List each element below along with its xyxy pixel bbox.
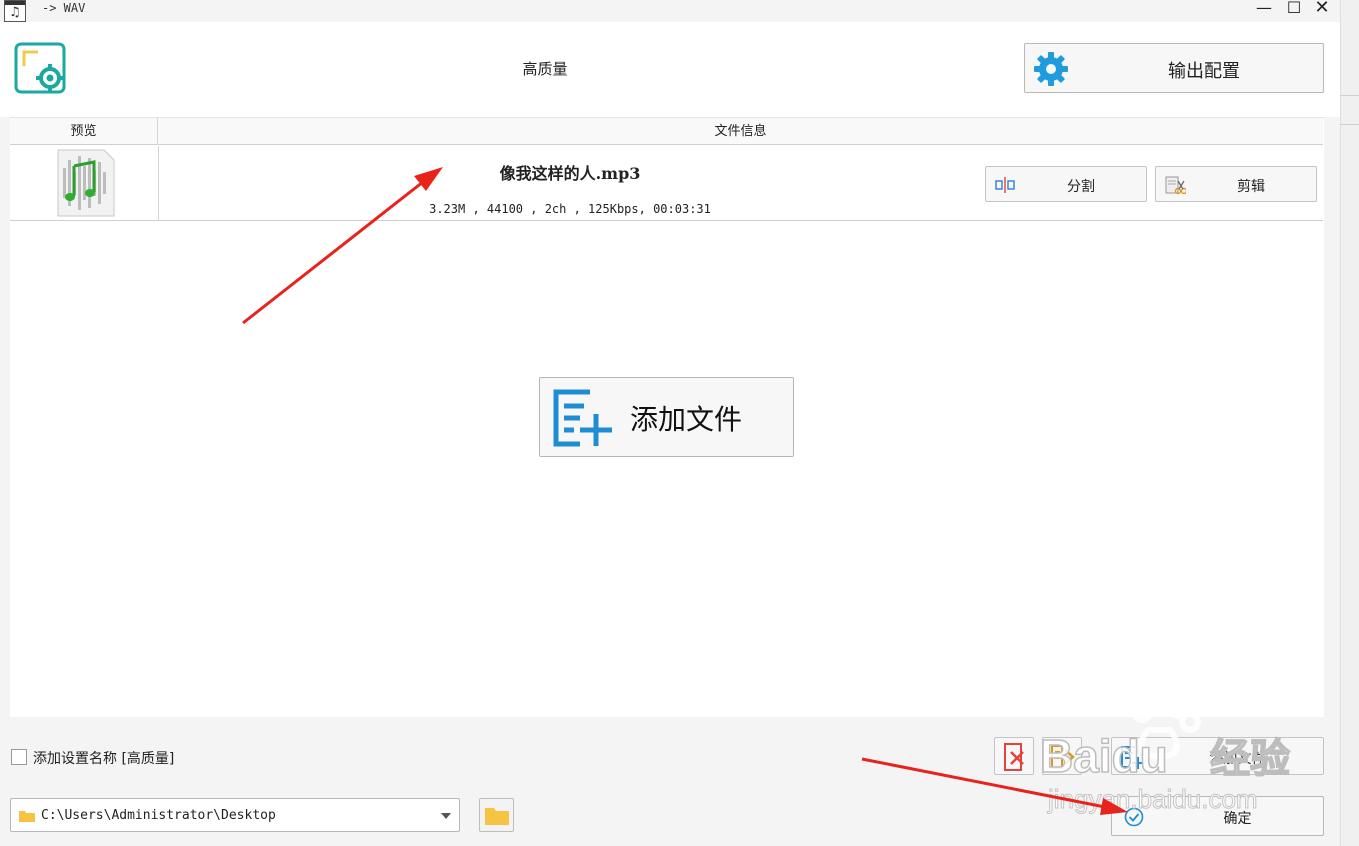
add-file-label: 添加文件 <box>1209 751 1266 767</box>
add-file-button[interactable]: 添加文件 <box>1111 737 1324 775</box>
window-title: -> WAV <box>42 1 86 15</box>
split-icon <box>995 177 1015 193</box>
gear-icon <box>1034 52 1068 86</box>
app-logo-icon <box>14 42 66 94</box>
add-preset-name-label[interactable]: 添加设置名称 [高质量] <box>33 748 174 768</box>
folder-icon <box>485 808 509 825</box>
strip-divider <box>1340 95 1359 96</box>
check-circle-icon <box>1124 807 1144 827</box>
close-button[interactable]: ✕ <box>1310 0 1334 18</box>
confirm-label: 确定 <box>1223 811 1252 827</box>
maximize-button[interactable]: ☐ <box>1282 0 1306 18</box>
music-note-icon: ♫ <box>9 5 21 20</box>
merge-button[interactable] <box>1042 737 1082 775</box>
add-file-center-label: 添加文件 <box>630 403 743 436</box>
split-button[interactable]: 分割 <box>985 166 1147 202</box>
audio-file-thumbnail-icon <box>54 148 116 218</box>
add-file-center-button[interactable]: 添加文件 <box>539 377 794 457</box>
add-file-icon <box>553 389 612 447</box>
add-file-icon <box>1121 746 1144 769</box>
merge-icon <box>1051 745 1075 769</box>
edit-button[interactable]: 剪辑 <box>1155 166 1317 202</box>
confirm-button[interactable]: 确定 <box>1111 796 1324 836</box>
add-preset-name-checkbox[interactable] <box>11 749 27 765</box>
output-path: C:\Users\Administrator\Desktop <box>41 808 276 823</box>
file-name: 像我这样的人.mp3 <box>499 164 641 183</box>
column-header-preview[interactable]: 预览 <box>10 118 158 145</box>
column-divider <box>158 146 159 220</box>
folder-icon <box>19 811 35 822</box>
title-bar <box>0 0 1340 22</box>
strip-divider <box>1340 124 1359 125</box>
output-config-button[interactable]: 输出配置 <box>1024 43 1324 93</box>
preset-name: 高质量 <box>522 60 568 78</box>
edit-label: 剪辑 <box>1237 179 1265 195</box>
scissors-icon <box>1165 176 1186 195</box>
row-divider <box>10 220 1323 221</box>
output-config-label: 输出配置 <box>1168 61 1240 82</box>
app-icon: ♫ <box>4 0 26 22</box>
clear-list-button[interactable] <box>994 737 1034 775</box>
browse-folder-button[interactable] <box>479 798 514 832</box>
split-label: 分割 <box>1067 179 1095 195</box>
file-meta: 3.23M , 44100 , 2ch , 125Kbps, 00:03:31 <box>429 202 711 216</box>
delete-file-icon <box>1004 743 1024 771</box>
column-header-file-info[interactable]: 文件信息 <box>158 118 1323 145</box>
output-path-combobox[interactable]: C:\Users\Administrator\Desktop <box>10 798 460 832</box>
right-edge-strip <box>1340 0 1359 846</box>
minimize-button[interactable]: — <box>1252 0 1276 18</box>
chevron-down-icon[interactable] <box>441 813 451 819</box>
